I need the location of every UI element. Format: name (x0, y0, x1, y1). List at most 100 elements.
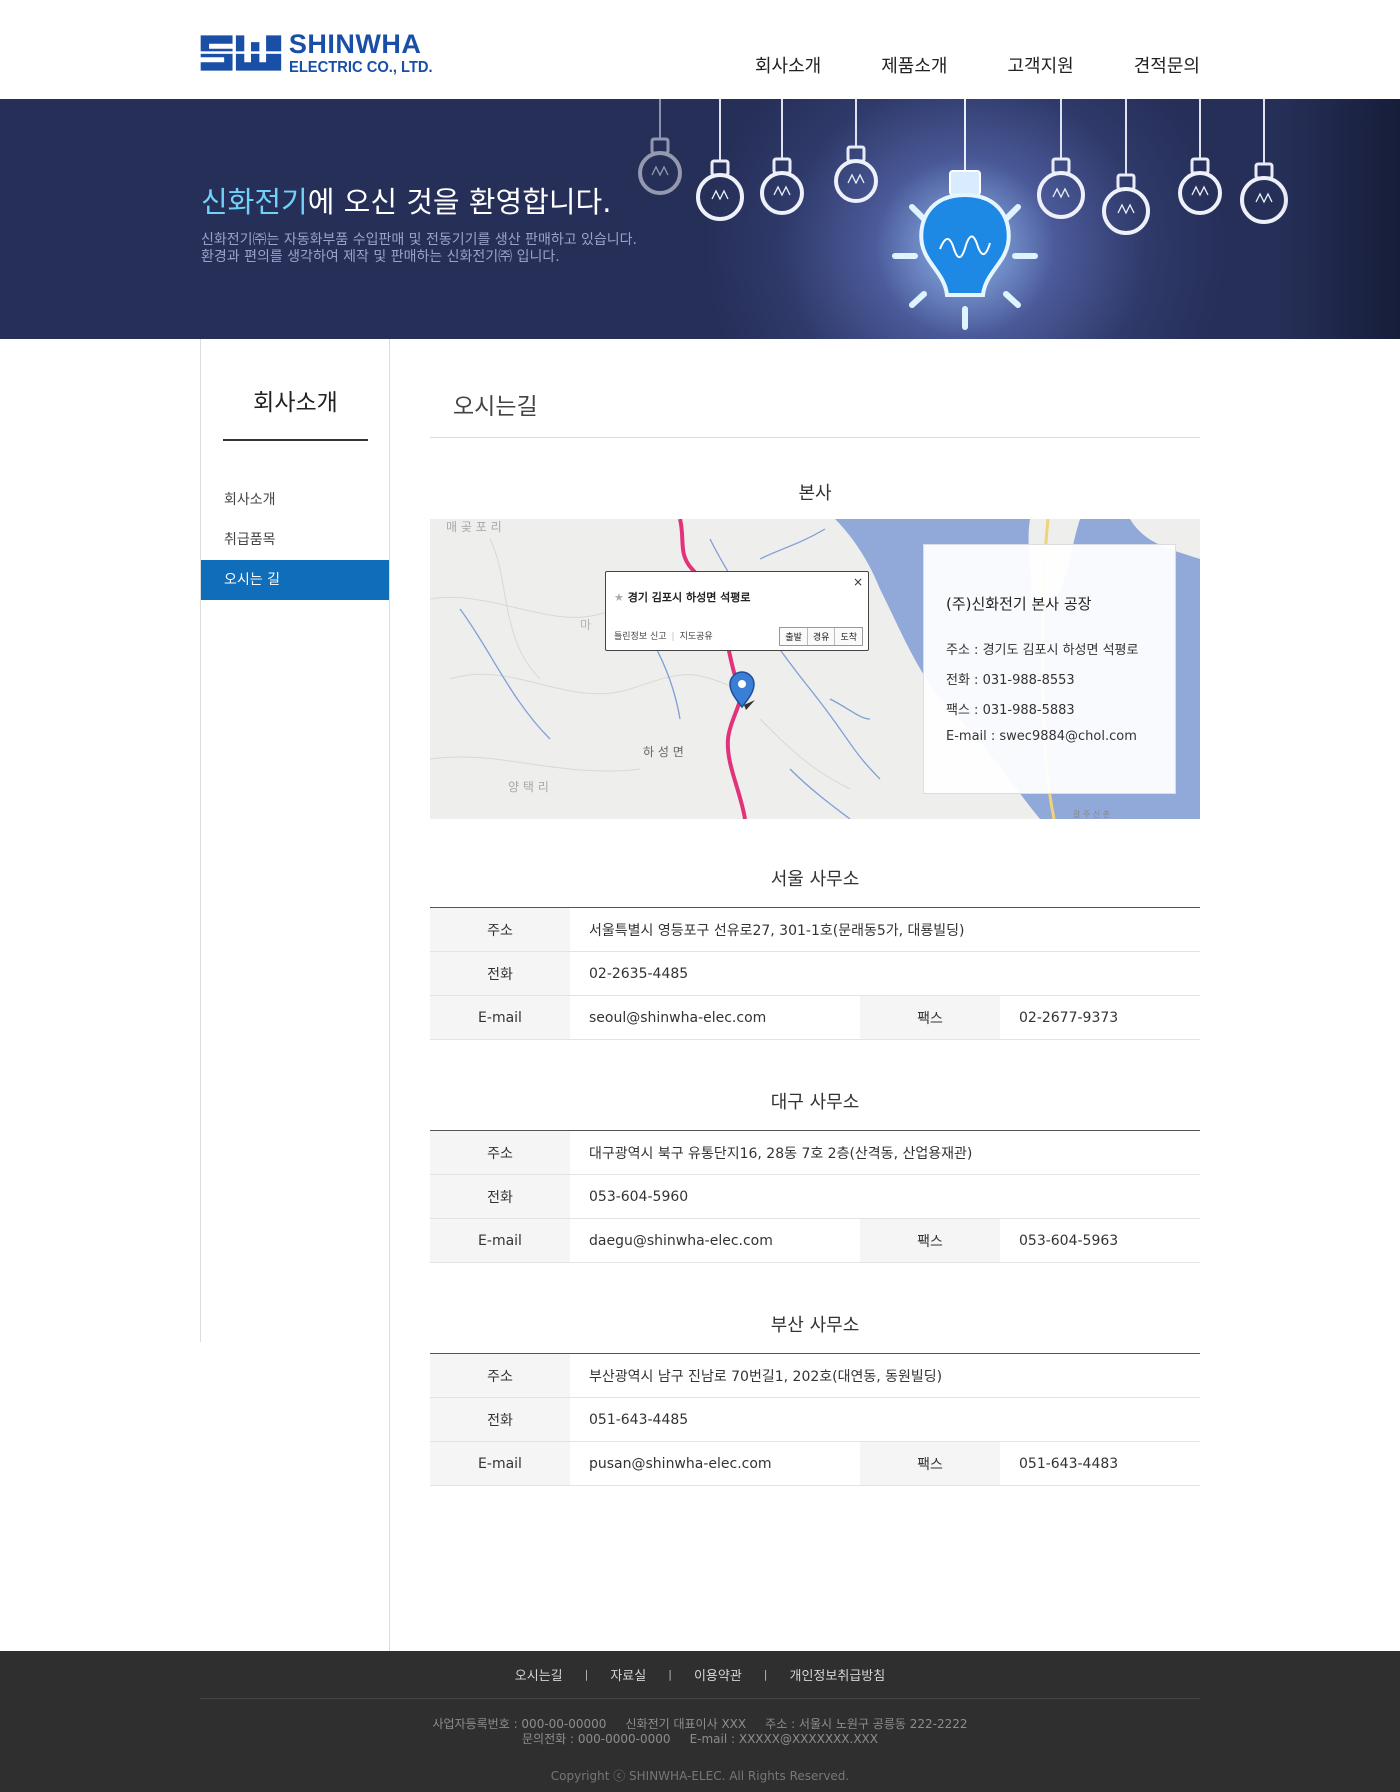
daegu-email-label: E-mail (430, 1218, 570, 1263)
hq-info-card: (주)신화전기 본사 공장 주소 : 경기도 김포시 하성면 석평로 전화 : … (923, 544, 1176, 794)
sw-logo-mark-icon (199, 35, 283, 71)
sidebar-item-directions[interactable]: 오시는 길 (201, 560, 389, 600)
hq-fax: 팩스 : 031-988-5883 (946, 703, 1075, 718)
banner-title-rest: 에 오신 것을 환영합니다. (307, 185, 612, 219)
hanging-bulb-icon (1102, 99, 1150, 235)
table-row: E-mail seoul@shinwha-elec.com 팩스 02-2677… (430, 995, 1200, 1040)
table-row: 전화 051-643-4485 (430, 1397, 1200, 1442)
footer-divider (200, 1698, 1200, 1699)
route-end-button[interactable]: 도착 (834, 628, 862, 645)
busan-fax-label: 팩스 (860, 1441, 1000, 1486)
page-title: 오시는길 (453, 394, 538, 420)
sidebar-divider (389, 1342, 390, 1651)
busan-email-label: E-mail (430, 1441, 570, 1486)
busan-address-label: 주소 (430, 1353, 570, 1398)
site-footer: 오시는길 | 자료실 | 이용약관 | 개인정보취급방침 사업자등록번호 : 0… (0, 1651, 1400, 1792)
logo-line2: ELECTRIC CO., LTD. (288, 58, 433, 76)
footer-link-privacy[interactable]: 개인정보취급방침 (790, 1665, 886, 1684)
sidebar: 회사소개 회사소개 취급품목 오시는 길 (200, 339, 390, 1342)
footer-link-terms[interactable]: 이용약관 (694, 1665, 742, 1684)
hq-section-title: 본사 (798, 483, 832, 504)
map-label-yang: 양 택 리 (508, 780, 549, 794)
hanging-bulb-icon (760, 99, 804, 215)
sidebar-item-products[interactable]: 취급품목 (201, 520, 389, 560)
footer-link-archive[interactable]: 자료실 (610, 1665, 646, 1684)
hq-name: (주)신화전기 본사 공장 (946, 595, 1092, 613)
hanging-bulb-icon (638, 99, 682, 195)
seoul-email-label: E-mail (430, 995, 570, 1040)
busan-office-table: 주소 부산광역시 남구 진남로 70번길1, 202호(대연동, 동원빌딩) 전… (430, 1353, 1200, 1486)
star-icon[interactable]: ★ (614, 591, 628, 604)
table-row: E-mail pusan@shinwha-elec.com 팩스 051-643… (430, 1441, 1200, 1486)
daegu-email[interactable]: daegu@shinwha-elec.com (570, 1218, 860, 1263)
route-start-button[interactable]: 출발 (780, 628, 807, 645)
seoul-office-title: 서울 사무소 (770, 869, 860, 890)
hanging-bulb-icon (834, 99, 878, 203)
busan-phone-label: 전화 (430, 1397, 570, 1442)
table-row: 주소 서울특별시 영등포구 선유로27, 301-1호(문래동5가, 대룡빌딩) (430, 907, 1200, 952)
daegu-fax: 053-604-5963 (1000, 1218, 1200, 1263)
hq-map[interactable]: 매 곶 포 리 마 하 성 면 양 택 리 갈 주 신 촌 ★ 경기 김포시 하… (430, 519, 1200, 819)
busan-email[interactable]: pusan@shinwha-elec.com (570, 1441, 860, 1486)
table-row: 주소 대구광역시 북구 유통단지16, 28동 7호 2층(산격동, 산업용재관… (430, 1130, 1200, 1175)
busan-office-title: 부산 사무소 (770, 1315, 860, 1336)
seoul-email[interactable]: seoul@shinwha-elec.com (570, 995, 860, 1040)
nav-products[interactable]: 제품소개 (881, 52, 947, 78)
route-via-button[interactable]: 경유 (806, 628, 835, 645)
idea-bulb-icon (875, 99, 1055, 337)
hq-email: E-mail : swec9884@chol.com (946, 729, 1137, 744)
footer-nav: 오시는길 | 자료실 | 이용약관 | 개인정보취급방침 (0, 1651, 1400, 1698)
footer-link-directions[interactable]: 오시는길 (515, 1665, 563, 1684)
hanging-bulb-icon (696, 99, 744, 221)
sidebar-item-company[interactable]: 회사소개 (201, 480, 389, 520)
seoul-phone: 02-2635-4485 (570, 951, 1200, 996)
hanging-bulb-icon (1178, 99, 1222, 215)
daegu-fax-label: 팩스 (860, 1218, 1000, 1263)
daegu-office-table: 주소 대구광역시 북구 유통단지16, 28동 7호 2층(산격동, 산업용재관… (430, 1130, 1200, 1263)
footer-info-line2: 문의전화 : 000-0000-0000 E-mail : XXXXX@XXXX… (522, 1732, 878, 1746)
table-row: 전화 02-2635-4485 (430, 951, 1200, 996)
table-row: 주소 부산광역시 남구 진남로 70번길1, 202호(대연동, 동원빌딩) (430, 1353, 1200, 1398)
map-label-top: 매 곶 포 리 (446, 520, 502, 534)
banner-title: 신화전기에 오신 것을 환영합니다. (201, 179, 611, 221)
route-buttons: 출발 경유 도착 (779, 627, 863, 646)
seoul-phone-label: 전화 (430, 951, 570, 996)
nav-support[interactable]: 고객지원 (1008, 52, 1074, 78)
hq-phone: 전화 : 031-988-8553 (946, 673, 1075, 688)
daegu-address-label: 주소 (430, 1130, 570, 1175)
close-icon[interactable]: × (853, 575, 863, 589)
daegu-phone: 053-604-5960 (570, 1174, 1200, 1219)
main-nav: 회사소개 제품소개 고객지원 견적문의 (695, 52, 1200, 78)
report-error-link[interactable]: 틀린정보 신고 (614, 632, 667, 642)
map-label-haseong: 하 성 면 (643, 745, 684, 759)
daegu-office-title: 대구 사무소 (770, 1092, 860, 1113)
footer-company-info: 사업자등록번호 : 000-00-00000 신화전기 대표이사 XXX 주소 … (0, 1717, 1400, 1747)
map-label-ma: 마 (580, 618, 591, 632)
busan-address: 부산광역시 남구 진남로 70번길1, 202호(대연동, 동원빌딩) (570, 1353, 1200, 1398)
popup-title: ★ 경기 김포시 하성면 석평로 (614, 591, 751, 604)
busan-phone: 051-643-4485 (570, 1397, 1200, 1442)
seoul-fax-label: 팩스 (860, 995, 1000, 1040)
table-row: E-mail daegu@shinwha-elec.com 팩스 053-604… (430, 1218, 1200, 1263)
banner-title-highlight: 신화전기 (201, 185, 308, 219)
busan-fax: 051-643-4483 (1000, 1441, 1200, 1486)
nav-company[interactable]: 회사소개 (755, 52, 821, 78)
share-map-link[interactable]: 지도공유 (680, 632, 713, 642)
banner-desc-line2: 환경과 편의를 생각하여 제작 및 판매하는 신화전기㈜ 입니다. (201, 249, 560, 265)
banner-desc-line1: 신화전기㈜는 자동화부품 수입판매 및 전동기기를 생산 판매하고 있습니다. (201, 232, 637, 248)
daegu-address: 대구광역시 북구 유통단지16, 28동 7호 2층(산격동, 산업용재관) (570, 1130, 1200, 1175)
map-label-right: 갈 주 신 촌 (1073, 810, 1110, 819)
map-info-popup: ★ 경기 김포시 하성면 석평로 × 틀린정보 신고 | 지도공유 출발 경유 도착 (605, 571, 869, 651)
logo-line1: SHINWHA (288, 28, 422, 59)
nav-quote[interactable]: 견적문의 (1134, 52, 1200, 78)
daegu-phone-label: 전화 (430, 1174, 570, 1219)
hanging-bulb-icon (1037, 99, 1085, 219)
seoul-address: 서울특별시 영등포구 선유로27, 301-1호(문래동5가, 대룡빌딩) (570, 907, 1200, 952)
footer-copyright: Copyright ⓒ SHINWHA-ELEC. All Rights Res… (550, 1769, 850, 1783)
hq-address: 주소 : 경기도 김포시 하성면 석평로 (946, 643, 1139, 658)
hero-banner: 신화전기에 오신 것을 환영합니다. 신화전기㈜는 자동화부품 수입판매 및 전… (0, 99, 1400, 339)
site-header: SHINWHA ELECTRIC CO., LTD. 회사소개 제품소개 고객지… (0, 0, 1400, 99)
sidebar-menu: 회사소개 취급품목 오시는 길 (201, 480, 389, 600)
banner-description: 신화전기㈜는 자동화부품 수입판매 및 전동기기를 생산 판매하고 있습니다. … (201, 232, 637, 266)
company-logo[interactable]: SHINWHA ELECTRIC CO., LTD. (199, 28, 445, 78)
